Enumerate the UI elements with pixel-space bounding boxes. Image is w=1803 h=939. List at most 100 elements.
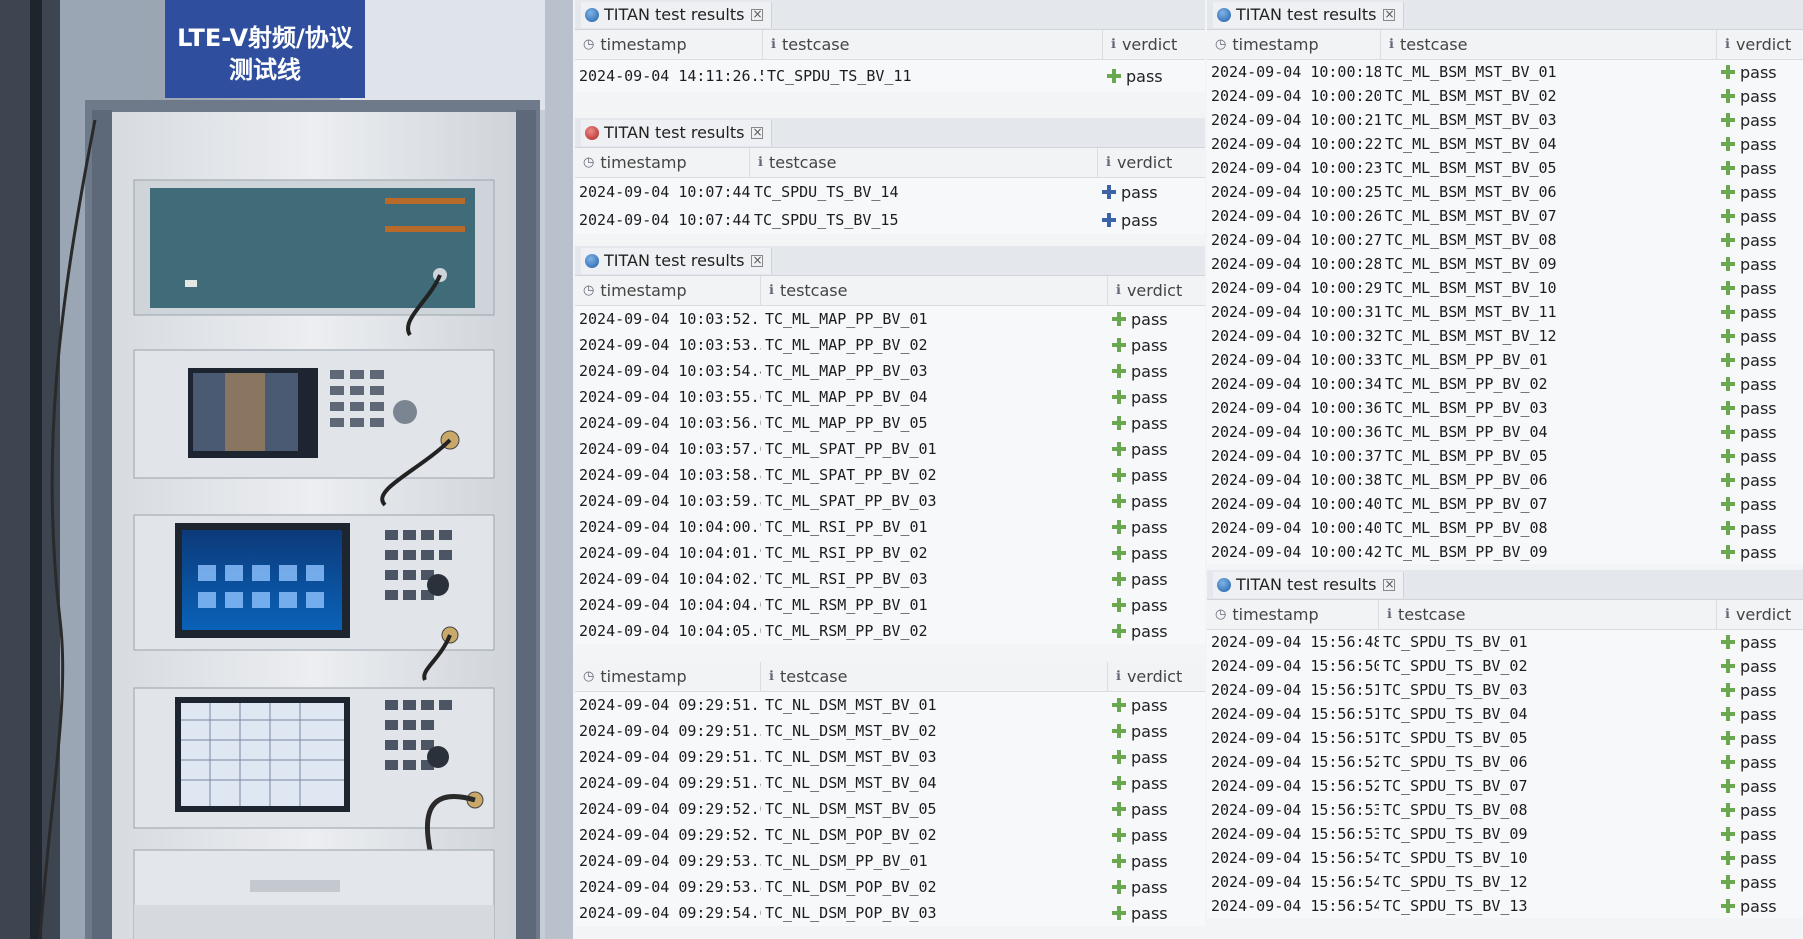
table-row[interactable]: 2024-09-04 10:00:34.607TC_ML_BSM_PP_BV_0… <box>1207 372 1803 396</box>
column-header-testcase[interactable]: ℹ testcase <box>1379 600 1717 629</box>
tab-titan-results[interactable]: TITAN test results × <box>1213 571 1405 598</box>
table-row[interactable]: 2024-09-04 10:03:55.649TC_ML_MAP_PP_BV_0… <box>575 384 1205 410</box>
column-header-verdict[interactable]: ℹ verdict <box>1717 600 1803 629</box>
table-row[interactable]: 2024-09-04 10:03:59.811TC_ML_SPAT_PP_BV_… <box>575 488 1205 514</box>
table-row[interactable]: 2024-09-04 10:00:36.861TC_ML_BSM_PP_BV_0… <box>1207 420 1803 444</box>
close-tab-icon[interactable]: × <box>751 254 764 267</box>
table-row[interactable]: 2024-09-04 09:29:53.834TC_NL_DSM_POP_BV_… <box>575 874 1205 900</box>
table-row[interactable]: 2024-09-04 10:00:20.167TC_ML_BSM_MST_BV_… <box>1207 84 1803 108</box>
table-row[interactable]: 2024-09-04 14:11:26.502TC_SPDU_TS_BV_11 p… <box>575 60 1205 92</box>
tab-titan-results[interactable]: TITAN test results × <box>581 1 773 28</box>
tab-titan-results[interactable]: TITAN test results × <box>1213 1 1405 28</box>
verdict-cell: pass <box>1108 544 1205 563</box>
tab-title: TITAN test results <box>604 123 745 142</box>
table-row[interactable]: 2024-09-04 15:56:54.570TC_SPDU_TS_BV_13 p… <box>1207 894 1803 918</box>
column-header-label: verdict <box>1116 153 1173 172</box>
verdict-label: pass <box>1740 752 1777 772</box>
table-row[interactable]: 2024-09-04 15:56:53.994TC_SPDU_TS_BV_09 p… <box>1207 822 1803 846</box>
column-header-verdict[interactable]: ℹ verdict <box>1108 276 1205 305</box>
table-row[interactable]: 2024-09-04 10:00:18.972TC_ML_BSM_MST_BV_… <box>1207 60 1803 84</box>
column-header-verdict[interactable]: ℹ verdict <box>1717 30 1803 59</box>
table-row[interactable]: 2024-09-04 09:29:51.871TC_NL_DSM_MST_BV_… <box>575 770 1205 796</box>
table-row[interactable]: 2024-09-04 10:00:29.913TC_ML_BSM_MST_BV_… <box>1207 276 1803 300</box>
table-row[interactable]: 2024-09-04 10:04:05.089TC_ML_RSM_PP_BV_0… <box>575 618 1205 644</box>
table-row[interactable]: 2024-09-04 10:03:52.194TC_ML_MAP_PP_BV_0… <box>575 306 1205 332</box>
table-row[interactable]: 2024-09-04 10:00:26.275TC_ML_BSM_MST_BV_… <box>1207 204 1803 228</box>
column-header-timestamp[interactable]: ◷ timestamp <box>575 30 763 59</box>
tab-titan-results[interactable]: TITAN test results × <box>581 247 773 274</box>
column-header-timestamp[interactable]: ◷ timestamp <box>575 276 761 305</box>
table-row[interactable]: 2024-09-04 10:04:02.948TC_ML_RSI_PP_BV_0… <box>575 566 1205 592</box>
column-header-timestamp[interactable]: ◷ timestamp <box>1207 600 1379 629</box>
verdict-cell: pass <box>1717 399 1803 418</box>
green-plus-icon <box>1721 731 1735 745</box>
table-row[interactable]: 2024-09-04 10:00:21.461TC_ML_BSM_MST_BV_… <box>1207 108 1803 132</box>
table-row[interactable]: 2024-09-04 10:04:01.932TC_ML_RSI_PP_BV_0… <box>575 540 1205 566</box>
table-row[interactable]: 2024-09-04 15:56:52.250TC_SPDU_TS_BV_06 p… <box>1207 750 1803 774</box>
close-tab-icon[interactable]: × <box>1383 578 1396 591</box>
table-row[interactable]: 2024-09-04 10:03:53.569TC_ML_MAP_PP_BV_0… <box>575 332 1205 358</box>
test-rack-photo: LTE-V射频/协议 测试线 <box>0 0 573 939</box>
column-header-verdict[interactable]: ℹ verdict <box>1108 662 1205 691</box>
table-row[interactable]: 2024-09-04 10:04:00.908TC_ML_RSI_PP_BV_0… <box>575 514 1205 540</box>
tab-titan-results[interactable]: TITAN test results × <box>581 119 773 146</box>
table-row[interactable]: 2024-09-04 10:07:44.539TC_SPDU_TS_BV_15 p… <box>575 206 1205 234</box>
table-row[interactable]: 2024-09-04 09:29:51.187TC_NL_DSM_MST_BV_… <box>575 692 1205 718</box>
table-row[interactable]: 2024-09-04 10:00:42.163TC_ML_BSM_PP_BV_0… <box>1207 540 1803 564</box>
table-row[interactable]: 2024-09-04 10:00:31.122TC_ML_BSM_MST_BV_… <box>1207 300 1803 324</box>
column-header-timestamp[interactable]: ◷ timestamp <box>575 662 761 691</box>
table-row[interactable]: 2024-09-04 15:56:51.929TC_SPDU_TS_BV_05 p… <box>1207 726 1803 750</box>
table-row[interactable]: 2024-09-04 10:00:36.457TC_ML_BSM_PP_BV_0… <box>1207 396 1803 420</box>
column-header-timestamp[interactable]: ◷ timestamp <box>1207 30 1381 59</box>
table-row[interactable]: 2024-09-04 10:00:40.009TC_ML_BSM_PP_BV_0… <box>1207 492 1803 516</box>
table-row[interactable]: 2024-09-04 10:00:32.326TC_ML_BSM_MST_BV_… <box>1207 324 1803 348</box>
table-row[interactable]: 2024-09-04 10:00:23.802TC_ML_BSM_MST_BV_… <box>1207 156 1803 180</box>
table-row[interactable]: 2024-09-04 09:29:52.046TC_NL_DSM_MST_BV_… <box>575 796 1205 822</box>
table-row[interactable]: 2024-09-04 10:03:57.615TC_ML_SPAT_PP_BV_… <box>575 436 1205 462</box>
table-row[interactable]: 2024-09-04 10:03:58.832TC_ML_SPAT_PP_BV_… <box>575 462 1205 488</box>
column-header-verdict[interactable]: ℹ verdict <box>1103 30 1205 59</box>
table-row[interactable]: 2024-09-04 15:56:52.948TC_SPDU_TS_BV_07 p… <box>1207 774 1803 798</box>
table-row[interactable]: 2024-09-04 15:56:54.180TC_SPDU_TS_BV_10 p… <box>1207 846 1803 870</box>
table-row[interactable]: 2024-09-04 15:56:51.242TC_SPDU_TS_BV_03 p… <box>1207 678 1803 702</box>
table-row[interactable]: 2024-09-04 10:00:27.464TC_ML_BSM_MST_BV_… <box>1207 228 1803 252</box>
timestamp-cell: 2024-09-04 09:29:52.173 <box>579 826 761 844</box>
timestamp-cell: 2024-09-04 10:00:38.862 <box>1211 471 1381 489</box>
table-row[interactable]: 2024-09-04 09:29:52.173TC_NL_DSM_POP_BV_… <box>575 822 1205 848</box>
table-row[interactable]: 2024-09-04 09:29:51.574TC_NL_DSM_MST_BV_… <box>575 744 1205 770</box>
table-row[interactable]: 2024-09-04 10:03:54.428TC_ML_MAP_PP_BV_0… <box>575 358 1205 384</box>
close-tab-icon[interactable]: × <box>751 8 764 21</box>
column-header-testcase[interactable]: ℹ testcase <box>763 30 1103 59</box>
close-tab-icon[interactable]: × <box>1383 8 1396 21</box>
table-row[interactable]: 2024-09-04 15:56:54.397TC_SPDU_TS_BV_12 p… <box>1207 870 1803 894</box>
table-row[interactable]: 2024-09-04 09:29:53.579TC_NL_DSM_PP_BV_0… <box>575 848 1205 874</box>
table-row[interactable]: 2024-09-04 15:56:51.643TC_SPDU_TS_BV_04 p… <box>1207 702 1803 726</box>
table-row[interactable]: 2024-09-04 10:07:44.381TC_SPDU_TS_BV_14 p… <box>575 178 1205 206</box>
close-tab-icon[interactable]: × <box>751 126 764 139</box>
table-row[interactable]: 2024-09-04 10:03:56.632TC_ML_MAP_PP_BV_0… <box>575 410 1205 436</box>
column-header-testcase[interactable]: ℹ testcase <box>1381 30 1717 59</box>
table-row[interactable]: 2024-09-04 10:00:22.656TC_ML_BSM_MST_BV_… <box>1207 132 1803 156</box>
table-row[interactable]: 2024-09-04 10:00:28.660TC_ML_BSM_MST_BV_… <box>1207 252 1803 276</box>
verdict-cell: pass <box>1108 622 1205 641</box>
table-row[interactable]: 2024-09-04 09:29:54.661TC_NL_DSM_POP_BV_… <box>575 900 1205 926</box>
table-row[interactable]: 2024-09-04 10:00:37.811TC_ML_BSM_PP_BV_0… <box>1207 444 1803 468</box>
table-row[interactable]: 2024-09-04 10:00:25.040TC_ML_BSM_MST_BV_… <box>1207 180 1803 204</box>
verdict-label: pass <box>1740 896 1777 916</box>
table-row[interactable]: 2024-09-04 10:00:40.998TC_ML_BSM_PP_BV_0… <box>1207 516 1803 540</box>
green-plus-icon <box>1721 779 1735 793</box>
column-header-testcase[interactable]: ℹ testcase <box>761 276 1108 305</box>
table-row[interactable]: 2024-09-04 10:00:38.862TC_ML_BSM_PP_BV_0… <box>1207 468 1803 492</box>
column-header-testcase[interactable]: ℹ testcase <box>761 662 1108 691</box>
table-row[interactable]: 2024-09-04 15:56:53.604TC_SPDU_TS_BV_08 p… <box>1207 798 1803 822</box>
table-row[interactable]: 2024-09-04 15:56:50.997TC_SPDU_TS_BV_02 p… <box>1207 654 1803 678</box>
testcase-cell: TC_ML_BSM_MST_BV_05 <box>1385 159 1557 177</box>
column-header-testcase[interactable]: ℹ testcase <box>750 148 1098 177</box>
green-plus-icon <box>1721 635 1735 649</box>
column-header-timestamp[interactable]: ◷ timestamp <box>575 148 750 177</box>
table-row[interactable]: 2024-09-04 10:04:04.050TC_ML_RSM_PP_BV_0… <box>575 592 1205 618</box>
table-row[interactable]: 2024-09-04 10:00:33.418TC_ML_BSM_PP_BV_0… <box>1207 348 1803 372</box>
table-row[interactable]: 2024-09-04 15:56:48.718TC_SPDU_TS_BV_01 p… <box>1207 630 1803 654</box>
table-row[interactable]: 2024-09-04 09:29:51.354TC_NL_DSM_MST_BV_… <box>575 718 1205 744</box>
column-header-verdict[interactable]: ℹ verdict <box>1098 148 1205 177</box>
